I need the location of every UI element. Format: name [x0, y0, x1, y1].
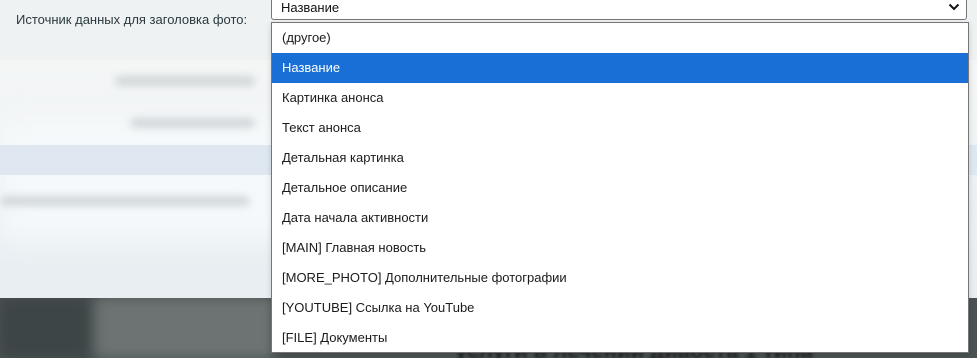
blurred-text	[115, 76, 255, 86]
dropdown-option[interactable]: Детальная картинка	[272, 143, 968, 173]
chevron-down-icon	[948, 3, 960, 11]
blurred-text	[130, 118, 255, 128]
dropdown-option[interactable]: [FILE] Документы	[272, 323, 968, 353]
dropdown-option[interactable]: Картинка анонса	[272, 83, 968, 113]
dropdown-option[interactable]: [MORE_PHOTO] Дополнительные фотографии	[272, 263, 968, 293]
dropdown-option[interactable]: [YOUTUBE] Ссылка на YouTube	[272, 293, 968, 323]
blurred-text	[0, 196, 250, 206]
dropdown-option[interactable]: [MAIN] Главная новость	[272, 233, 968, 263]
dropdown-option[interactable]: Детальное описание	[272, 173, 968, 203]
dropdown-option[interactable]: (другое)	[272, 23, 968, 53]
field-label: Источник данных для заголовка фото:	[16, 12, 248, 27]
dropdown-option-selected[interactable]: Название	[272, 53, 968, 83]
title-source-select[interactable]: Название	[271, 0, 967, 20]
dropdown-option[interactable]: Дата начала активности	[272, 203, 968, 233]
page: Источник данных для заголовка фото: услу…	[0, 0, 977, 358]
select-current-value: Название	[281, 0, 340, 15]
dropdown-option[interactable]: Текст анонса	[272, 113, 968, 143]
select-dropdown-list: (другое) Название Картинка анонса Текст ано…	[271, 22, 969, 353]
